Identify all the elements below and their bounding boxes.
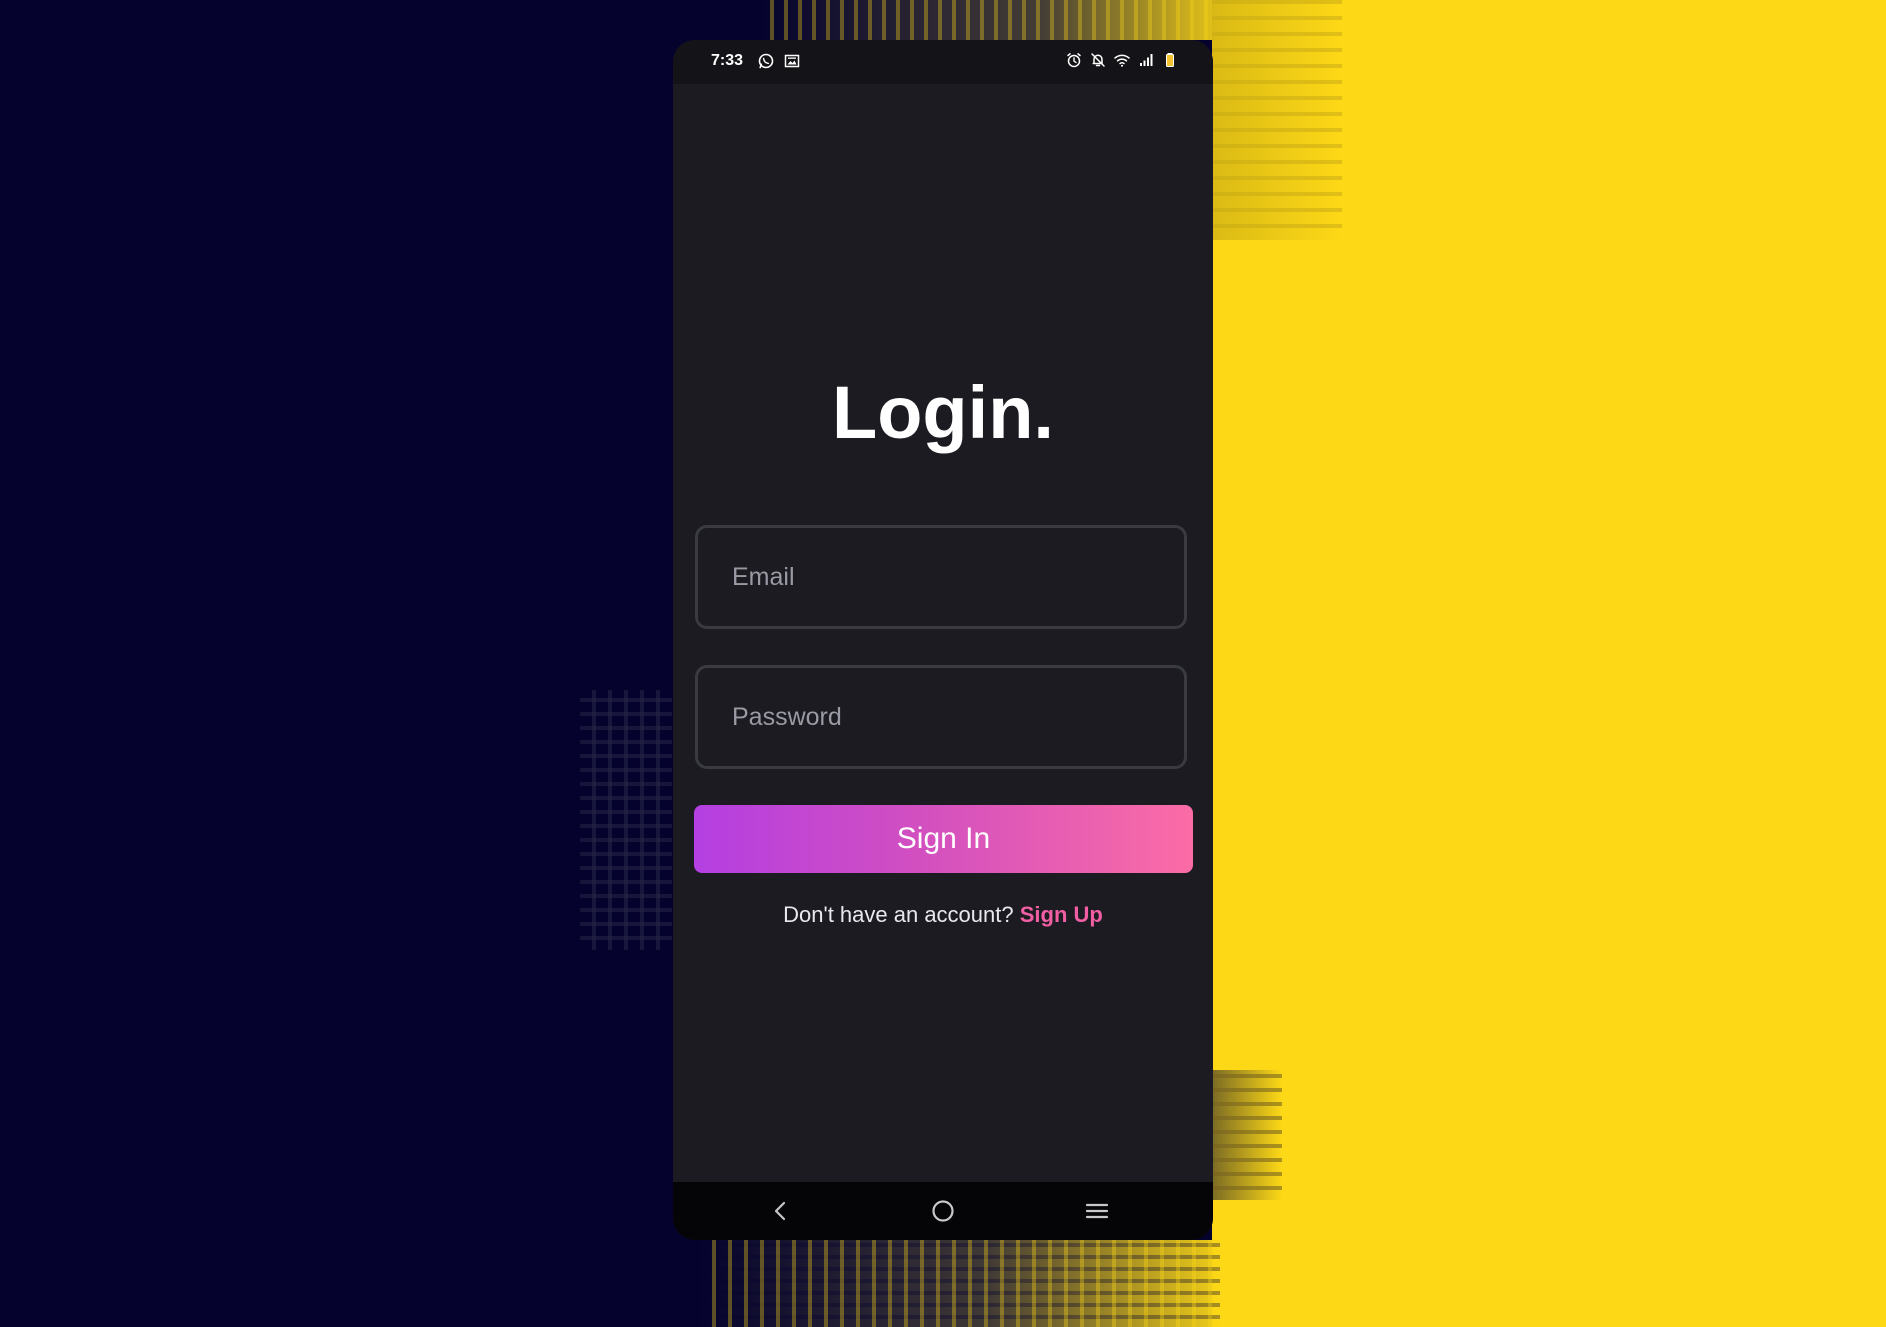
- phone-screen: 7:33 Login. Email Sign In Don't have an …: [673, 40, 1213, 1240]
- signal-icon: [1137, 51, 1155, 69]
- pixel-transition-top: [760, 0, 1230, 40]
- status-right-icons: [1065, 51, 1179, 69]
- sign-in-button[interactable]: Sign In: [694, 805, 1193, 873]
- gallery-icon: [783, 52, 801, 70]
- status-time: 7:33: [711, 52, 744, 69]
- email-field[interactable]: [698, 528, 1184, 626]
- status-left-icons: [757, 52, 801, 70]
- sign-up-link[interactable]: Sign Up: [1020, 902, 1103, 927]
- battery-icon: [1161, 51, 1179, 69]
- email-field-container: [695, 525, 1187, 629]
- pixel-transition-right-top: [1212, 0, 1342, 240]
- pixel-transition-left: [580, 690, 672, 950]
- pixel-transition-right-bottom: [1212, 1070, 1282, 1200]
- status-bar: 7:33: [673, 40, 1213, 84]
- home-icon[interactable]: [929, 1197, 957, 1225]
- password-field[interactable]: [698, 668, 1184, 766]
- navigation-bar: [673, 1182, 1213, 1240]
- signup-prompt: Don't have an account? Sign Up: [673, 902, 1213, 928]
- alarm-icon: [1065, 51, 1083, 69]
- wifi-icon: [1113, 51, 1131, 69]
- password-field-container: [695, 665, 1187, 769]
- pixel-transition-bottom: [700, 1240, 1220, 1327]
- whatsapp-icon: [757, 52, 775, 70]
- notifications-off-icon: [1089, 51, 1107, 69]
- back-icon[interactable]: [767, 1197, 795, 1225]
- page-title: Login.: [832, 371, 1054, 454]
- login-screen: Login. Sign In Don't have an account? Si…: [673, 84, 1213, 1220]
- recents-icon[interactable]: [1083, 1197, 1111, 1225]
- no-account-text: Don't have an account?: [783, 902, 1014, 927]
